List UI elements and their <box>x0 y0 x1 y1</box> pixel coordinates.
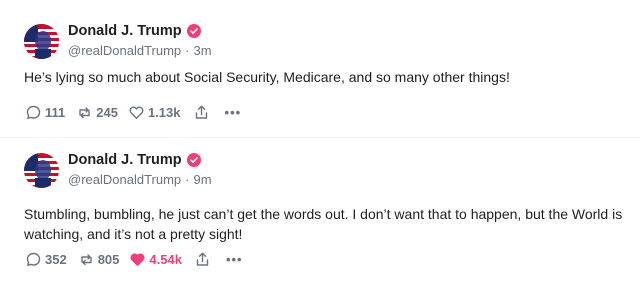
post-header: Donald J. Trump @realDonaldTrump · 3m <box>68 22 212 58</box>
share-button[interactable] <box>194 251 214 268</box>
author-handle[interactable]: @realDonaldTrump <box>68 172 181 187</box>
post-time[interactable]: 3m <box>194 43 212 58</box>
post-actions: 111 245 1.13k ••• <box>25 103 241 121</box>
more-icon[interactable]: ••• <box>226 252 243 267</box>
author-name[interactable]: Donald J. Trump <box>68 152 182 168</box>
meta-separator: · <box>185 172 190 187</box>
post[interactable]: Donald J. Trump @realDonaldTrump · 3m He… <box>0 0 640 137</box>
post-time[interactable]: 9m <box>194 172 212 187</box>
reblog-button[interactable]: 245 <box>76 104 118 121</box>
post-actions: 352 805 4.54k ••• <box>25 250 243 268</box>
heart-icon <box>130 253 145 266</box>
share-button[interactable] <box>193 104 213 121</box>
author-name[interactable]: Donald J. Trump <box>68 23 182 39</box>
avatar[interactable] <box>24 24 59 59</box>
post-text: He’s lying so much about Social Security… <box>24 69 510 85</box>
reblog-icon <box>81 253 92 265</box>
post[interactable]: Donald J. Trump @realDonaldTrump · 9m St… <box>0 138 640 296</box>
reply-count: 352 <box>45 251 67 267</box>
verified-badge-icon <box>186 153 201 167</box>
like-button[interactable]: 4.54k <box>129 251 182 268</box>
heart-icon <box>129 106 144 119</box>
meta-separator: · <box>185 43 190 58</box>
reblog-count: 245 <box>96 104 118 120</box>
author-handle[interactable]: @realDonaldTrump <box>68 43 181 58</box>
reply-icon <box>26 252 41 266</box>
reblog-button[interactable]: 805 <box>78 251 120 268</box>
avatar[interactable] <box>24 153 59 188</box>
verified-badge-icon <box>186 24 201 38</box>
post-text: Stumbling, bumbling, he just can’t get t… <box>24 206 623 242</box>
reply-icon <box>26 105 41 119</box>
like-button[interactable]: 1.13k <box>128 104 181 121</box>
like-count: 4.54k <box>149 251 182 267</box>
reblog-icon <box>79 106 90 118</box>
feed: Donald J. Trump @realDonaldTrump · 3m He… <box>0 0 640 296</box>
share-icon <box>196 252 209 266</box>
like-count: 1.13k <box>147 104 181 120</box>
reply-button[interactable]: 111 <box>25 104 65 121</box>
reblog-count: 805 <box>97 251 120 267</box>
reply-count: 111 <box>45 104 66 120</box>
share-icon <box>195 105 207 119</box>
more-icon[interactable]: ••• <box>225 105 242 120</box>
post-header: Donald J. Trump @realDonaldTrump · 9m <box>68 151 212 187</box>
reply-button[interactable]: 352 <box>25 251 67 268</box>
